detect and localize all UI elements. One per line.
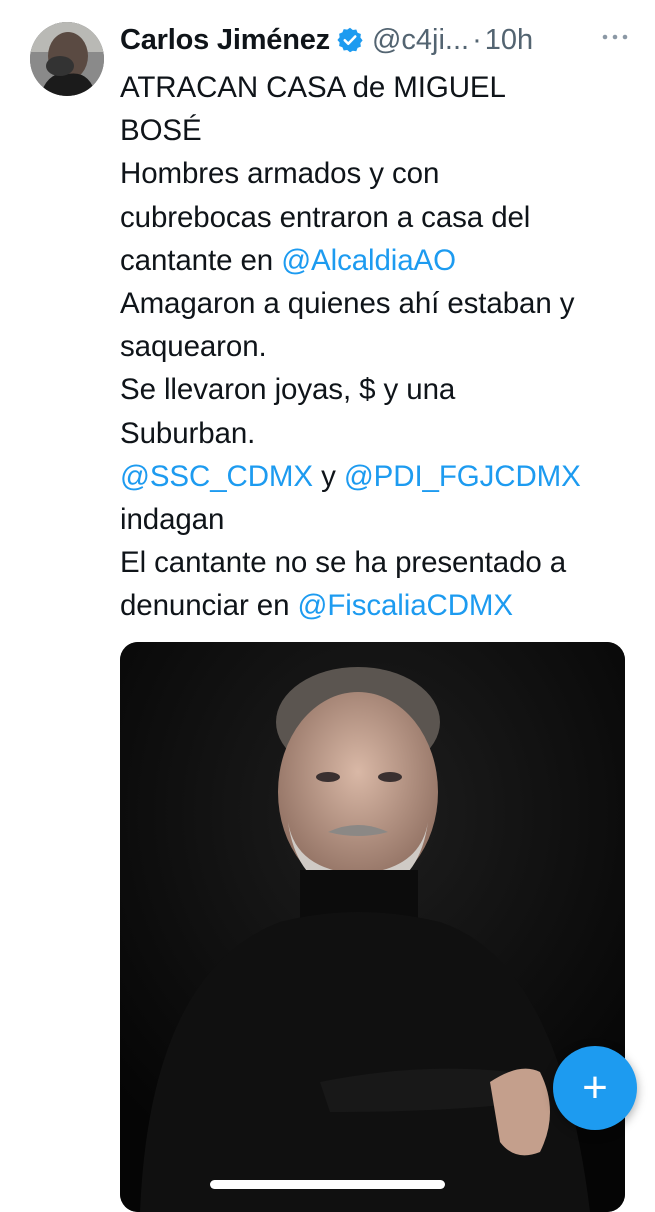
author-avatar[interactable] <box>30 22 104 96</box>
tweet-line: cantante en @AlcaldiaAO <box>120 239 635 282</box>
tweet-time[interactable]: 10h <box>485 24 533 57</box>
tweet-text-segment: cantante en <box>120 243 282 277</box>
tweet-text-segment: El cantante no se ha presentado a <box>120 546 567 580</box>
tweet-line: Suburban. <box>120 412 635 455</box>
tweet-line: Amagaron a quienes ahí estaban y <box>120 282 635 325</box>
mention-link[interactable]: @AlcaldiaAO <box>281 244 456 277</box>
tweet-text-segment: BOSÉ <box>120 114 202 148</box>
tweet-line: denunciar en @FiscaliaCDMX <box>120 584 635 627</box>
tweet-text-segment: Hombres armados y con <box>120 157 440 191</box>
mention-link[interactable]: @SSC_CDMX <box>120 460 313 493</box>
home-indicator[interactable] <box>210 1180 445 1189</box>
tweet-text-segment: Suburban. <box>120 416 256 450</box>
verified-badge-icon <box>336 26 364 54</box>
avatar-image <box>30 22 104 96</box>
tweet-media-photo[interactable] <box>120 642 625 1212</box>
author-name[interactable]: Carlos Jiménez <box>120 24 330 57</box>
tweet-text-segment: ATRACAN CASA de MIGUEL <box>120 71 506 104</box>
tweet-line: ATRACAN CASA de MIGUEL <box>120 66 635 109</box>
tweet-text-segment: denunciar en <box>120 589 298 623</box>
tweet-line: El cantante no se ha presentado a <box>120 541 635 584</box>
tweet-text-segment: Amagaron a quienes ahí estaban y <box>120 286 575 320</box>
tweet-line: saquearon. <box>120 325 635 368</box>
tweet-line: cubrebocas entraron a casa del <box>120 196 635 239</box>
compose-button[interactable]: + <box>553 1046 637 1130</box>
tweet-line: @SSC_CDMX y @PDI_FGJCDMX <box>120 455 635 498</box>
mention-link[interactable]: @PDI_FGJCDMX <box>344 460 581 493</box>
tweet-header: Carlos Jiménez @c4ji... · 10h <box>120 18 635 62</box>
tweet-line: BOSÉ <box>120 109 635 152</box>
author-handle[interactable]: @c4ji... <box>372 24 469 57</box>
portrait-image <box>120 642 625 1212</box>
tweet-text: ATRACAN CASA de MIGUEL BOSÉ Hombres armado… <box>120 66 635 627</box>
separator-dot: · <box>472 23 482 56</box>
tweet-text-segment: y <box>312 459 344 493</box>
mention-link[interactable]: @FiscaliaCDMX <box>297 589 513 622</box>
tweet-line: Se llevaron joyas, $ y una <box>120 368 635 411</box>
tweet-text-segment: saquearon. <box>120 330 267 364</box>
tweet-text-segment: indagan <box>120 502 225 536</box>
tweet-text-segment: cubrebocas entraron a casa del <box>120 200 531 234</box>
more-options-icon[interactable] <box>601 30 629 44</box>
tweet-text-segment: Se llevaron joyas, $ y una <box>120 373 456 407</box>
tweet-line: indagan <box>120 498 635 541</box>
tweet-line: Hombres armados y con <box>120 152 635 195</box>
